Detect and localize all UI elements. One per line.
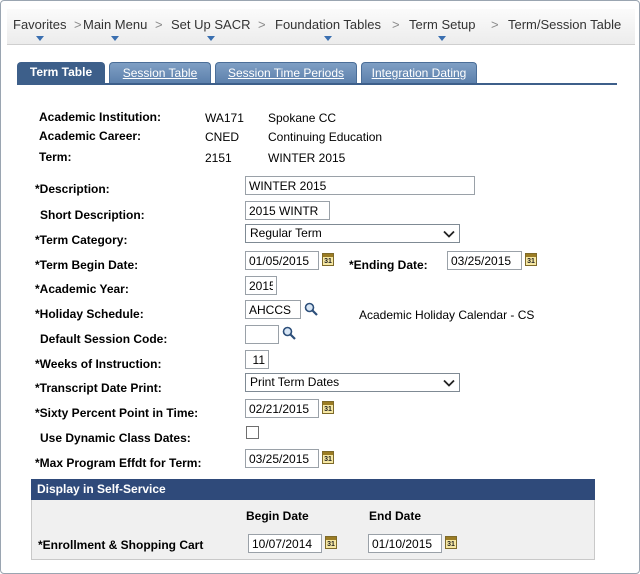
institution-label: Academic Institution: [39, 110, 162, 124]
description-label: *Description: [35, 182, 110, 196]
sixty-percent-point-input[interactable] [245, 399, 319, 418]
term-category-value: Regular Term [250, 226, 322, 240]
academic-year-label: *Academic Year: [35, 282, 129, 296]
calendar-icon[interactable]: 31 [322, 451, 334, 464]
end-date-column-header: End Date [369, 509, 422, 523]
tab-divider [17, 83, 617, 85]
institution-name: Spokane CC [268, 111, 337, 125]
default-session-code-input[interactable] [245, 325, 279, 344]
breadcrumb-separator: > [74, 17, 82, 32]
use-dynamic-class-dates-label: Use Dynamic Class Dates: [40, 431, 191, 445]
breadcrumb-foundation-tables[interactable]: Foundation Tables [275, 17, 381, 41]
app-window: Favorites > Main Menu > Set Up SACR > Fo… [0, 0, 640, 574]
ending-date-label: *Ending Date: [349, 258, 428, 272]
chevron-down-icon [35, 36, 44, 41]
transcript-date-print-select[interactable]: Print Term Dates [245, 373, 460, 392]
weeks-of-instruction-label: *Weeks of Instruction: [35, 357, 162, 371]
self-service-group: Begin Date End Date *Enrollment & Shoppi… [31, 500, 595, 560]
ending-date-input[interactable] [447, 251, 522, 270]
chevron-down-icon [206, 36, 215, 41]
breadcrumb-term-session-table[interactable]: Term/Session Table [508, 17, 621, 32]
tab-integration-dating[interactable]: Integration Dating [361, 62, 477, 84]
begin-date-column-header: Begin Date [246, 509, 309, 523]
short-description-label: Short Description: [40, 208, 145, 222]
term-code: 2151 [205, 151, 232, 165]
breadcrumb-favorites[interactable]: Favorites [13, 17, 66, 41]
breadcrumb-separator: > [155, 17, 163, 32]
term-label: Term: [39, 150, 72, 164]
sixty-percent-point-label: *Sixty Percent Point in Time: [35, 406, 199, 420]
breadcrumb-term-setup[interactable]: Term Setup [409, 17, 475, 41]
max-program-effdt-input[interactable] [245, 449, 319, 468]
transcript-date-print-value: Print Term Dates [250, 375, 340, 389]
enrollment-begin-date-input[interactable] [248, 534, 322, 553]
career-label: Academic Career: [39, 129, 142, 143]
breadcrumb: Favorites > Main Menu > Set Up SACR > Fo… [7, 9, 635, 45]
tab-session-time-periods[interactable]: Session Time Periods [215, 62, 357, 84]
term-category-label: *Term Category: [35, 233, 128, 247]
academic-year-input[interactable] [245, 276, 277, 295]
max-program-effdt-label: *Max Program Effdt for Term: [35, 456, 202, 470]
calendar-icon[interactable]: 31 [322, 253, 334, 266]
term-name: WINTER 2015 [268, 151, 346, 165]
transcript-date-print-label: *Transcript Date Print: [35, 381, 162, 395]
search-icon[interactable] [282, 326, 296, 340]
weeks-of-instruction-input[interactable] [245, 350, 269, 369]
chevron-down-icon [111, 36, 120, 41]
chevron-down-icon [443, 379, 455, 387]
short-description-input[interactable] [245, 201, 330, 220]
chevron-down-icon [324, 36, 332, 41]
tab-session-table[interactable]: Session Table [109, 62, 211, 84]
calendar-icon[interactable]: 31 [445, 536, 457, 549]
default-session-code-label: Default Session Code: [40, 332, 168, 346]
term-category-select[interactable]: Regular Term [245, 224, 460, 243]
holiday-schedule-input[interactable] [245, 300, 301, 319]
chevron-down-icon [443, 230, 455, 238]
career-code: CNED [205, 130, 240, 144]
breadcrumb-separator: > [258, 17, 266, 32]
tab-term-table[interactable]: Term Table [17, 62, 105, 84]
search-icon[interactable] [304, 302, 318, 316]
breadcrumb-main-menu[interactable]: Main Menu [83, 17, 147, 41]
breadcrumb-set-up-sacr[interactable]: Set Up SACR [171, 17, 250, 41]
holiday-schedule-description: Academic Holiday Calendar - CS [359, 308, 535, 322]
enrollment-shopping-cart-label: *Enrollment & Shopping Cart [38, 538, 204, 552]
breadcrumb-separator: > [392, 17, 400, 32]
breadcrumb-separator: > [491, 17, 499, 32]
chevron-down-icon [438, 36, 447, 41]
enrollment-end-date-input[interactable] [368, 534, 442, 553]
self-service-group-header: Display in Self-Service [31, 479, 595, 500]
description-input[interactable] [245, 176, 475, 195]
term-begin-date-label: *Term Begin Date: [35, 258, 139, 272]
institution-code: WA171 [205, 111, 244, 125]
calendar-icon[interactable]: 31 [322, 401, 334, 414]
calendar-icon[interactable]: 31 [525, 253, 537, 266]
term-begin-date-input[interactable] [245, 251, 319, 270]
use-dynamic-class-dates-checkbox[interactable] [246, 426, 259, 439]
holiday-schedule-label: *Holiday Schedule: [35, 307, 144, 321]
calendar-icon[interactable]: 31 [325, 536, 337, 549]
career-name: Continuing Education [268, 130, 383, 144]
